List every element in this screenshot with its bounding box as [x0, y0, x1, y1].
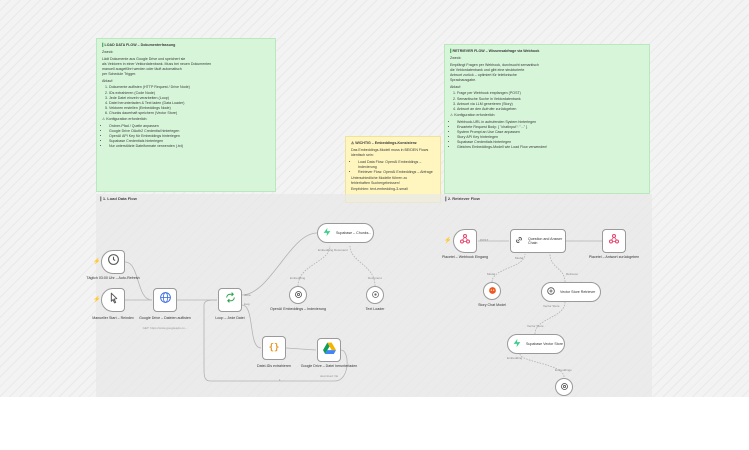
connection-lines: [124, 232, 602, 382]
node-label: Google Drive – Dateien auflisten: [139, 316, 191, 320]
connection-loop-to-extract: [241, 304, 262, 349]
connection-extract-to-download: [285, 347, 317, 351]
port-label-done: done: [244, 293, 251, 297]
node-openai-embeddings-query[interactable]: [555, 378, 573, 396]
node-label: Supabase – Chunks...: [336, 230, 372, 235]
edge-count-label: 1: [279, 378, 281, 382]
node-loop-each-file[interactable]: [218, 288, 242, 312]
supabase-icon: [322, 224, 332, 242]
cursor-click-icon: [107, 291, 120, 309]
node-label: Supabase Vector Store: [526, 341, 563, 346]
node-supabase-chunks[interactable]: Supabase – Chunks...: [317, 223, 374, 243]
edge-label-retriever: Retriever: [566, 272, 579, 276]
port-label-loop: loop: [244, 302, 250, 306]
loop-icon: [224, 291, 237, 309]
node-label: Question and Answer Chain: [528, 236, 563, 245]
webhook-icon: [608, 232, 620, 250]
node-label: Datei-IDs extrahieren: [257, 364, 291, 368]
google-drive-icon: [322, 341, 336, 359]
globe-icon: [159, 291, 172, 309]
port-label-embedding: Embedding: [507, 356, 523, 360]
node-extract-file-ids[interactable]: {}: [262, 336, 286, 360]
node-text-loader[interactable]: [366, 286, 384, 304]
node-webhook-in[interactable]: [453, 229, 477, 253]
port-label: Document: [368, 276, 382, 280]
edge-label-embeddings: Embeddings: [555, 368, 572, 372]
node-label: Text Loader: [365, 307, 385, 311]
edge-label-vector-store: Vector Store: [527, 324, 544, 328]
connection-loop-to-supabase: [241, 232, 318, 296]
node-label: Placetel – Antwort zurückgeben: [588, 255, 640, 259]
port-label-model: Model: [515, 256, 524, 260]
node-label: Loop – Jede Datei: [215, 316, 245, 320]
trigger-bolt-icon: ⚡: [93, 259, 101, 265]
connection-embeddings-to-supabase: [297, 245, 331, 287]
node-subtitle: GET: https://www.googleapis.co...: [142, 326, 188, 330]
code-braces-icon: {}: [268, 343, 280, 353]
node-label: Manueller Start – Reindex: [92, 316, 134, 320]
node-openai-embeddings-index[interactable]: [289, 286, 307, 304]
node-label: OpenAI Embeddings – Indexierung: [270, 307, 326, 311]
node-webhook-response[interactable]: [602, 229, 626, 253]
workflow-canvas[interactable]: ▌LOAD DATA FLOW – Dokumenterfassung Zwec…: [0, 0, 749, 397]
port-label-vector-store: Vector Store: [543, 304, 560, 308]
edge-label-post: POST: [480, 238, 489, 242]
node-google-drive-list[interactable]: [153, 288, 177, 312]
clock-icon: [107, 253, 120, 271]
node-label: Placetel – Webhook Eingang: [441, 255, 489, 259]
node-label: Täglich 03:00 Uhr – Auto-Refresh: [86, 276, 140, 280]
connection-schedule-to-drive: [124, 261, 153, 301]
node-manual-trigger[interactable]: [101, 288, 125, 312]
port-label: Embedding Document: [318, 248, 348, 252]
supabase-icon: [512, 335, 522, 353]
ollama-icon: [488, 282, 497, 300]
connection-loader-to-supabase: [349, 245, 376, 287]
node-supabase-vector-store[interactable]: Supabase Vector Store: [507, 334, 565, 354]
node-label: Story Chat Model: [478, 303, 506, 307]
webhook-icon: [459, 232, 471, 250]
node-vector-store-retriever[interactable]: Vector Store Retriever: [541, 282, 601, 302]
loader-icon: [371, 286, 380, 304]
node-ollama-chat-model[interactable]: [483, 282, 501, 300]
node-schedule-trigger[interactable]: [101, 250, 125, 274]
node-subtitle: download: file: [319, 374, 339, 378]
node-google-drive-download[interactable]: [317, 338, 341, 362]
node-question-answer-chain[interactable]: Question and Answer Chain: [510, 229, 566, 253]
trigger-bolt-icon: ⚡: [93, 297, 101, 303]
connection-embeddings-to-store: [519, 353, 565, 378]
vector-store-icon: [546, 283, 556, 301]
openai-icon: [294, 286, 303, 304]
chain-icon: [514, 232, 524, 250]
openai-icon: [560, 378, 569, 396]
node-label: Vector Store Retriever: [560, 289, 596, 294]
node-label: Google Drive – Datei herunterladen: [300, 364, 358, 368]
edge-label-model: Model: [487, 272, 496, 276]
connection-retriever-to-chain: [549, 253, 566, 283]
trigger-bolt-icon: ⚡: [444, 238, 452, 244]
port-label: Embedding: [290, 276, 306, 280]
